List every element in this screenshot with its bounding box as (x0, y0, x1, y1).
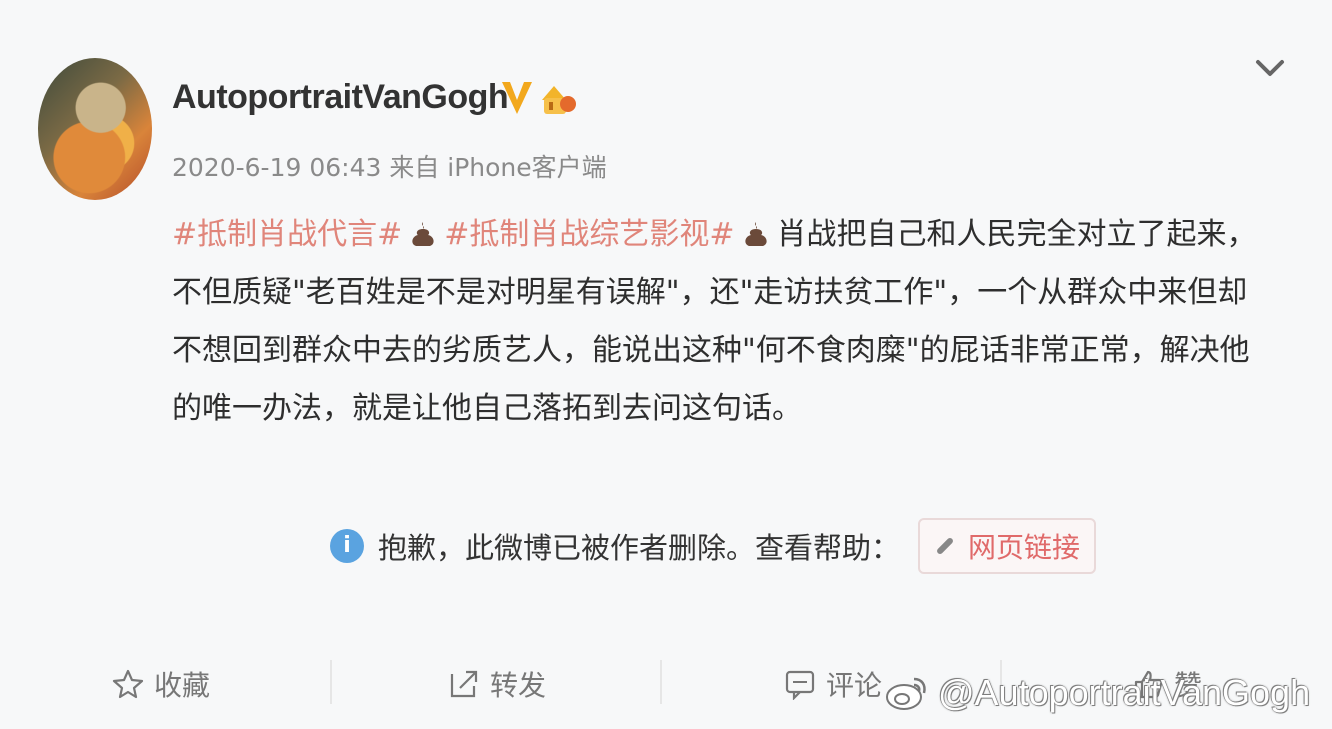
poop-emoji-icon (412, 222, 434, 246)
repost-button[interactable]: 转发 (448, 662, 546, 706)
post-line-1: #抵制肖战代言# #抵制肖战综艺影视# 肖战把自己和人民完全对立了起来， (172, 206, 1292, 264)
repost-icon (450, 670, 478, 698)
info-icon: i (330, 529, 364, 563)
hashtag-link[interactable]: #抵制肖战代言# (172, 217, 402, 252)
chevron-down-icon[interactable] (1254, 56, 1286, 82)
username[interactable]: AutoportraitVanGogh (172, 78, 509, 117)
vip-badge-icon (542, 86, 576, 114)
avatar[interactable] (38, 58, 152, 200)
post-body: #抵制肖战代言# #抵制肖战综艺影视# 肖战把自己和人民完全对立了起来， 不但质疑"… (172, 206, 1292, 438)
web-link-label: 网页链接 (968, 531, 1081, 564)
post-line-3: 不想回到群众中去的劣质艺人，能说出这种"何不食肉糜"的屁话非常正常，解决他 (172, 333, 1250, 368)
repost-label: 转发 (490, 669, 547, 702)
favorite-label: 收藏 (154, 669, 211, 702)
weibo-watermark: @AutoportraitVanGogh (884, 672, 1310, 714)
star-icon (112, 669, 144, 699)
deleted-notice: i 抱歉，此微博已被作者删除。查看帮助： 网页链接 (330, 516, 1097, 576)
post-line-2: 不但质疑"老百姓是不是对明星有误解"，还"走访扶贫工作"，一个从群众中来但却 (172, 275, 1248, 310)
post-line-4: 的唯一办法，就是让他自己落拓到去问这句话。 (172, 391, 802, 426)
deleted-notice-text: 抱歉，此微博已被作者删除。查看帮助： (378, 531, 901, 565)
verified-v-icon (502, 82, 532, 114)
comment-label: 评论 (826, 669, 883, 702)
action-divider (660, 660, 662, 704)
comment-button[interactable]: 评论 (784, 662, 882, 706)
favorite-button[interactable]: 收藏 (112, 662, 210, 706)
web-link-button[interactable]: 网页链接 (918, 518, 1097, 574)
weibo-logo-icon (886, 677, 926, 710)
link-icon (937, 538, 953, 554)
hashtag-link[interactable]: #抵制肖战综艺影视# (444, 217, 734, 252)
post-text: 肖战把自己和人民完全对立了起来， (776, 217, 1257, 252)
weibo-post-card: AutoportraitVanGogh 2020-6-19 06:43 来自 i… (0, 0, 1332, 729)
post-meta: 2020-6-19 06:43 来自 iPhone客户端 (172, 153, 607, 182)
comment-icon (785, 670, 815, 700)
action-divider (330, 660, 332, 704)
watermark-text: @AutoportraitVanGogh (938, 672, 1311, 713)
poop-emoji-icon (744, 222, 767, 246)
